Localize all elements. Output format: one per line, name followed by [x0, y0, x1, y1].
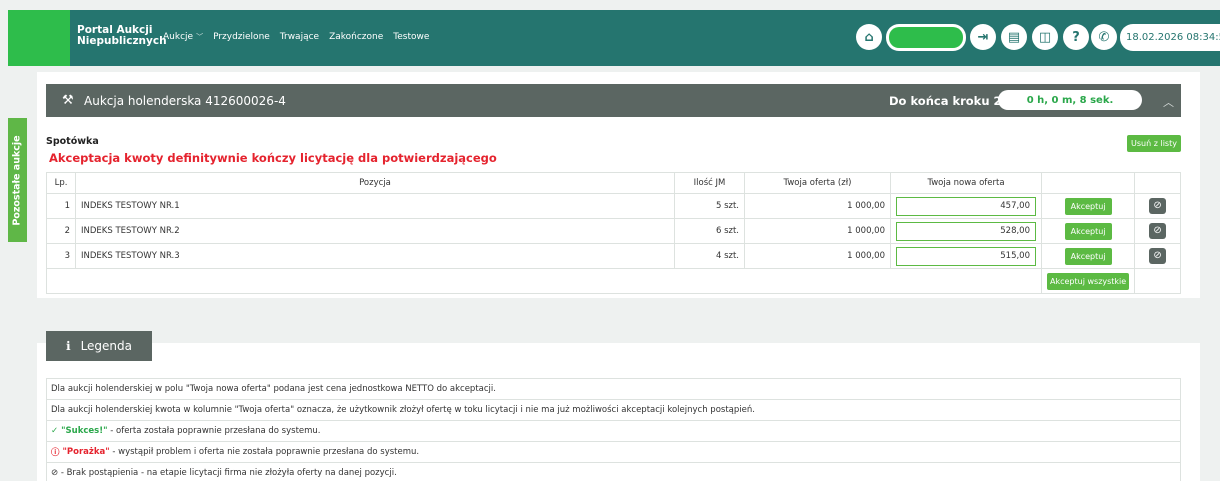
row-item: INDEKS TESTOWY NR.2 — [75, 218, 675, 244]
col-accept — [1040, 172, 1136, 194]
success-text: - oferta została poprawnie przesłana do … — [107, 426, 321, 436]
col-reject — [1134, 172, 1181, 194]
nav-item-przydzielone[interactable]: Przydzielone — [213, 32, 270, 42]
nav-item-trwajace[interactable]: Trwające — [280, 32, 319, 42]
legend-text: Dla aukcji holenderskiej w polu "Twoja n… — [51, 384, 496, 394]
no-bid-icon: ⊘ — [51, 468, 59, 478]
auction-subtitle: Spotówka — [46, 136, 99, 147]
row-lp: 1 — [46, 193, 76, 219]
other-auctions-tab[interactable]: Pozostałe aukcje — [8, 118, 27, 242]
row-accept-cell: Akceptuj — [1040, 218, 1136, 244]
nav-item-zakonczone[interactable]: Zakończone — [329, 32, 383, 42]
row-new-offer-cell — [890, 193, 1042, 219]
top-bar: Portal Aukcji Niepublicznych Aukcje ﹀ Prz… — [8, 10, 1220, 66]
auction-panel: ⚒ Aukcja holenderska 412600026-4 Do końc… — [37, 72, 1200, 298]
row-reject-cell: ⊘ — [1134, 243, 1181, 269]
logo[interactable] — [8, 10, 70, 66]
footer-spacer-end — [1134, 268, 1181, 294]
new-offer-input[interactable] — [896, 221, 1036, 241]
logout-icon[interactable]: ⇥ — [970, 24, 996, 50]
row-lp: 3 — [46, 243, 76, 269]
row-new-offer-cell — [890, 243, 1042, 269]
auction-title: Aukcja holenderska 412600026-4 — [84, 94, 286, 108]
warning-text: Akceptacja kwoty definitywnie kończy lic… — [49, 151, 497, 165]
row-new-offer-cell — [890, 218, 1042, 244]
countdown-timer: 0 h, 0 m, 8 sek. — [998, 90, 1142, 110]
chevron-up-icon[interactable]: ︿ — [1163, 94, 1174, 110]
table-header-row: Lp. Pozycja Ilość JM Twoja oferta (zł) T… — [46, 172, 1181, 194]
row-offer: 1 000,00 — [744, 218, 891, 244]
fail-text: - wystąpił problem i oferta nie została … — [109, 447, 420, 457]
accept-button[interactable]: Akceptuj — [1064, 197, 1112, 215]
row-reject-cell: ⊘ — [1134, 218, 1181, 244]
row-lp: 2 — [46, 218, 76, 244]
col-new-offer: Twoja nowa oferta — [890, 172, 1042, 194]
items-table: Lp. Pozycja Ilość JM Twoja oferta (zł) T… — [46, 172, 1181, 294]
table-footer-row: Akceptuj wszystkie — [46, 268, 1181, 294]
hammer-icon: ⚒ — [62, 93, 74, 108]
no-bid-icon[interactable]: ⊘ — [1149, 198, 1167, 214]
accept-all-button[interactable]: Akceptuj wszystkie — [1047, 272, 1130, 290]
legend-item: Dla aukcji holenderskiej kwota w kolumni… — [46, 399, 1181, 420]
row-reject-cell: ⊘ — [1134, 193, 1181, 219]
row-offer: 1 000,00 — [744, 193, 891, 219]
row-qty: 6 szt. — [674, 218, 745, 244]
legend-item: ⓘ "Porażka" - wystąpił problem i oferta … — [46, 441, 1181, 462]
legend-title: Legenda — [80, 339, 132, 353]
table-row: 3 INDEKS TESTOWY NR.3 4 szt. 1 000,00 Ak… — [46, 243, 1181, 269]
auction-header: ⚒ Aukcja holenderska 412600026-4 Do końc… — [46, 84, 1181, 117]
new-offer-input[interactable] — [896, 196, 1036, 216]
legend-header[interactable]: ℹ Legenda — [46, 331, 152, 361]
document-icon[interactable]: ▤ — [1001, 24, 1027, 50]
no-bid-icon[interactable]: ⊘ — [1149, 223, 1167, 239]
legend-list: Dla aukcji holenderskiej w polu "Twoja n… — [46, 378, 1181, 481]
accept-all-cell: Akceptuj wszystkie — [1040, 268, 1136, 294]
legend-item: ✓ "Sukces!" - oferta została poprawnie p… — [46, 420, 1181, 441]
home-icon[interactable]: ⌂ — [856, 24, 882, 50]
phone-icon[interactable]: ✆ — [1091, 24, 1117, 50]
user-badge-fill — [889, 27, 963, 48]
legend-text: Dla aukcji holenderskiej kwota w kolumni… — [51, 405, 755, 415]
row-accept-cell: Akceptuj — [1040, 193, 1136, 219]
row-qty: 5 szt. — [674, 193, 745, 219]
error-icon: ⓘ — [51, 448, 63, 458]
main-nav: Aukcje ﹀ Przydzielone Trwające Zakończone… — [163, 32, 429, 42]
question-icon[interactable]: ? — [1063, 24, 1089, 50]
row-item: INDEKS TESTOWY NR.3 — [75, 243, 675, 269]
noop-text: - Brak postąpienia - na etapie licytacji… — [58, 468, 397, 478]
user-badge[interactable] — [886, 24, 966, 51]
legend-item: Dla aukcji holenderskiej w polu "Twoja n… — [46, 378, 1181, 399]
success-icon: ✓ — [51, 426, 62, 436]
footer-spacer — [46, 268, 1042, 294]
nav-item-aukcje[interactable]: Aukcje ﹀ — [163, 32, 203, 42]
accept-button[interactable]: Akceptuj — [1064, 247, 1112, 265]
row-item: INDEKS TESTOWY NR.1 — [75, 193, 675, 219]
col-lp: Lp. — [46, 172, 76, 194]
success-label: "Sukces!" — [61, 426, 108, 436]
row-offer: 1 000,00 — [744, 243, 891, 269]
nav-item-testowe[interactable]: Testowe — [393, 32, 429, 42]
col-offer: Twoja oferta (zł) — [744, 172, 891, 194]
accept-button[interactable]: Akceptuj — [1064, 222, 1112, 240]
side-tab-label: Pozostałe aukcje — [12, 134, 23, 226]
new-offer-input[interactable] — [896, 246, 1036, 266]
nav-label: Aukcje — [163, 32, 194, 42]
portal-title: Portal Aukcji Niepublicznych — [77, 24, 167, 47]
col-qty: Ilość JM — [674, 172, 745, 194]
book-icon[interactable]: ◫ — [1032, 24, 1058, 50]
row-accept-cell: Akceptuj — [1040, 243, 1136, 269]
legend-item: ⊘ - Brak postąpienia - na etapie licytac… — [46, 462, 1181, 481]
datetime-display: 18.02.2026 08:34:54 — [1120, 24, 1220, 51]
table-row: 1 INDEKS TESTOWY NR.1 5 szt. 1 000,00 Ak… — [46, 193, 1181, 219]
no-bid-icon[interactable]: ⊘ — [1149, 248, 1167, 264]
deadline-label: Do końca kroku 2 — [889, 94, 1002, 108]
fail-label: "Porażka" — [62, 447, 110, 457]
table-row: 2 INDEKS TESTOWY NR.2 6 szt. 1 000,00 Ak… — [46, 218, 1181, 244]
info-icon: ℹ — [66, 339, 71, 353]
row-qty: 4 szt. — [674, 243, 745, 269]
remove-from-list-button[interactable]: Usuń z listy — [1127, 135, 1181, 152]
col-position: Pozycja — [75, 172, 675, 194]
chevron-down-icon: ﹀ — [196, 33, 204, 41]
